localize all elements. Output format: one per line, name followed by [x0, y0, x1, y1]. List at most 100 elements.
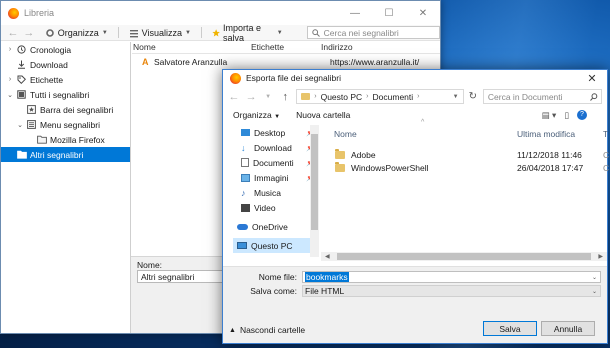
folder-icon — [301, 93, 311, 100]
maximize-icon[interactable]: ☐ — [372, 1, 406, 25]
column-header-name[interactable]: Nome — [334, 129, 357, 139]
download-icon — [16, 60, 27, 70]
nav-item-desktop[interactable]: Desktop 📌 — [233, 125, 318, 140]
tree-item-bookmarks-toolbar[interactable]: Barra dei segnalibri — [1, 102, 130, 117]
back-arrow-icon[interactable]: ← — [228, 91, 240, 103]
column-header-modified[interactable]: Ultima modifica — [517, 129, 575, 139]
tree-item-other-bookmarks[interactable]: Altri segnalibri — [1, 147, 130, 162]
folder-icon — [335, 162, 345, 172]
back-arrow-icon[interactable]: ← — [7, 27, 19, 39]
breadcrumb-item[interactable]: Documenti — [373, 92, 414, 102]
import-save-label: Importa e salva — [223, 22, 262, 43]
chevron-down-icon[interactable]: ⌄ — [592, 288, 597, 295]
file-row[interactable]: WindowsPowerShell 26/04/2018 17:47 C — [335, 162, 610, 174]
nav-item-label: Video — [254, 202, 276, 213]
column-header-name[interactable]: Nome — [132, 42, 250, 53]
library-titlebar[interactable]: Libreria — ☐ ✕ — [1, 1, 440, 25]
organize-menu[interactable]: Organizza ▼ — [39, 28, 114, 38]
import-save-menu[interactable]: Importa e salva ▼ — [206, 23, 289, 43]
scrollbar-thumb[interactable] — [311, 134, 318, 230]
chevron-right-icon: › — [314, 93, 317, 100]
scroll-right-icon[interactable]: ▶ — [598, 253, 603, 260]
bookmark-row[interactable]: A Salvatore Aranzulla https://www.aranzu… — [132, 54, 440, 69]
forward-arrow-icon[interactable]: → — [23, 27, 35, 39]
name-field[interactable]: Altri segnalibri — [137, 270, 227, 283]
tree-item-downloads[interactable]: Download — [1, 57, 130, 72]
address-bar: ← → ▼ ↑ › Questo PC › Documenti › ▼ ↻ Ce… — [223, 86, 607, 107]
file-name-value: bookmarks — [305, 272, 349, 282]
expand-arrow-icon[interactable]: › — [5, 46, 15, 53]
organize-label: Organizza — [233, 110, 272, 120]
column-header-address[interactable]: Indirizzo — [320, 42, 430, 53]
nav-item-label: Immagini — [254, 172, 289, 183]
nav-item-documents[interactable]: Documenti 📌 — [233, 155, 318, 170]
tree-item-all-bookmarks[interactable]: ⌄ Tutti i segnalibri — [1, 87, 130, 102]
dialog-titlebar[interactable]: Esporta file dei segnalibri ✕ — [223, 70, 607, 86]
toolbar-icon — [26, 105, 37, 115]
refresh-icon[interactable]: ↻ — [469, 91, 478, 102]
preview-pane-icon[interactable]: ▯ — [564, 110, 569, 121]
expand-arrow-icon[interactable]: › — [5, 76, 15, 83]
view-options-icon[interactable]: ▤ ▾ — [542, 110, 557, 121]
file-row[interactable]: Adobe 11/12/2018 11:46 C — [335, 149, 609, 161]
breadcrumb-item[interactable]: Questo PC — [321, 92, 363, 102]
clock-icon — [16, 45, 27, 55]
tree-item-tags[interactable]: › Etichette — [1, 72, 130, 87]
cancel-button[interactable]: Annulla — [541, 321, 595, 336]
view-list-icon — [129, 29, 138, 37]
close-icon[interactable]: ✕ — [406, 1, 440, 25]
tree-item-label: Etichette — [30, 74, 64, 85]
breadcrumb[interactable]: › Questo PC › Documenti › ▼ — [296, 89, 464, 104]
file-name-input[interactable]: bookmarks ⌄ — [302, 271, 601, 283]
column-header-more[interactable]: T — [603, 129, 608, 139]
nav-item-videos[interactable]: Video — [233, 200, 318, 215]
toolbar-separator — [117, 27, 119, 38]
file-date: 26/04/2018 17:47 — [517, 163, 584, 173]
navigation-scrollbar[interactable] — [310, 125, 319, 257]
file-name: Adobe — [351, 150, 376, 160]
toolbar-separator — [200, 27, 202, 38]
site-favicon-icon: A — [142, 56, 149, 67]
forward-arrow-icon[interactable]: → — [245, 91, 257, 103]
view-menu[interactable]: Visualizza ▼ — [123, 28, 197, 38]
nav-item-pictures[interactable]: Immagini 📌 — [233, 170, 318, 185]
scrollbar-thumb[interactable] — [337, 253, 591, 260]
tree-item-label: Menu segnalibri — [40, 119, 101, 130]
nav-item-this-pc[interactable]: Questo PC — [233, 238, 318, 253]
close-icon[interactable]: ✕ — [577, 72, 607, 85]
file-type: C — [603, 163, 610, 173]
scroll-left-icon[interactable]: ◀ — [325, 253, 330, 260]
nav-item-label: Musica — [254, 187, 281, 198]
new-folder-button[interactable]: Nuova cartella — [296, 110, 350, 120]
save-as-type-select[interactable]: File HTML ⌄ — [302, 285, 601, 297]
nav-item-music[interactable]: ♪ Musica — [233, 185, 318, 200]
minimize-icon[interactable]: — — [338, 1, 372, 25]
folder-search-input[interactable]: Cerca in Documenti — [482, 89, 603, 104]
save-button[interactable]: Salva — [483, 321, 537, 336]
library-title: Libreria — [24, 8, 55, 18]
column-header-tags[interactable]: Etichette — [250, 42, 320, 53]
recent-locations-icon[interactable]: ▼ — [262, 94, 274, 100]
bookmarks-search-input[interactable]: Cerca nei segnalibri — [306, 26, 440, 39]
chevron-down-icon[interactable]: ▼ — [453, 94, 463, 100]
chevron-down-icon[interactable]: ⌄ — [592, 274, 597, 281]
help-icon[interactable]: ? — [577, 109, 587, 120]
tree-item-bookmarks-menu[interactable]: ⌄ Menu segnalibri — [1, 117, 130, 132]
nav-item-label: Desktop — [254, 127, 286, 138]
chevron-down-icon: ▼ — [184, 29, 191, 36]
hide-folders-toggle[interactable]: ▲ Nascondi cartelle — [229, 325, 305, 335]
tree-item-history[interactable]: › Cronologia — [1, 42, 130, 57]
collapse-arrow-icon[interactable]: ⌄ — [15, 121, 25, 129]
up-arrow-icon[interactable]: ↑ — [279, 91, 291, 103]
organize-button[interactable]: Organizza ▼ — [233, 110, 280, 120]
chevron-right-icon: › — [417, 93, 420, 100]
nav-item-downloads[interactable]: ↓ Download 📌 — [233, 140, 318, 155]
computer-icon — [237, 242, 247, 249]
bookmarks-icon — [16, 90, 27, 100]
collapse-arrow-icon[interactable]: ⌄ — [5, 91, 15, 99]
horizontal-scrollbar[interactable]: ◀ ▶ — [321, 252, 607, 261]
nav-item-onedrive[interactable]: OneDrive — [233, 219, 318, 234]
nav-item-label: Questo PC — [251, 240, 293, 251]
save-as-label: Salva come: — [250, 286, 297, 296]
tree-item-mozilla-firefox[interactable]: Mozilla Firefox — [1, 132, 130, 147]
